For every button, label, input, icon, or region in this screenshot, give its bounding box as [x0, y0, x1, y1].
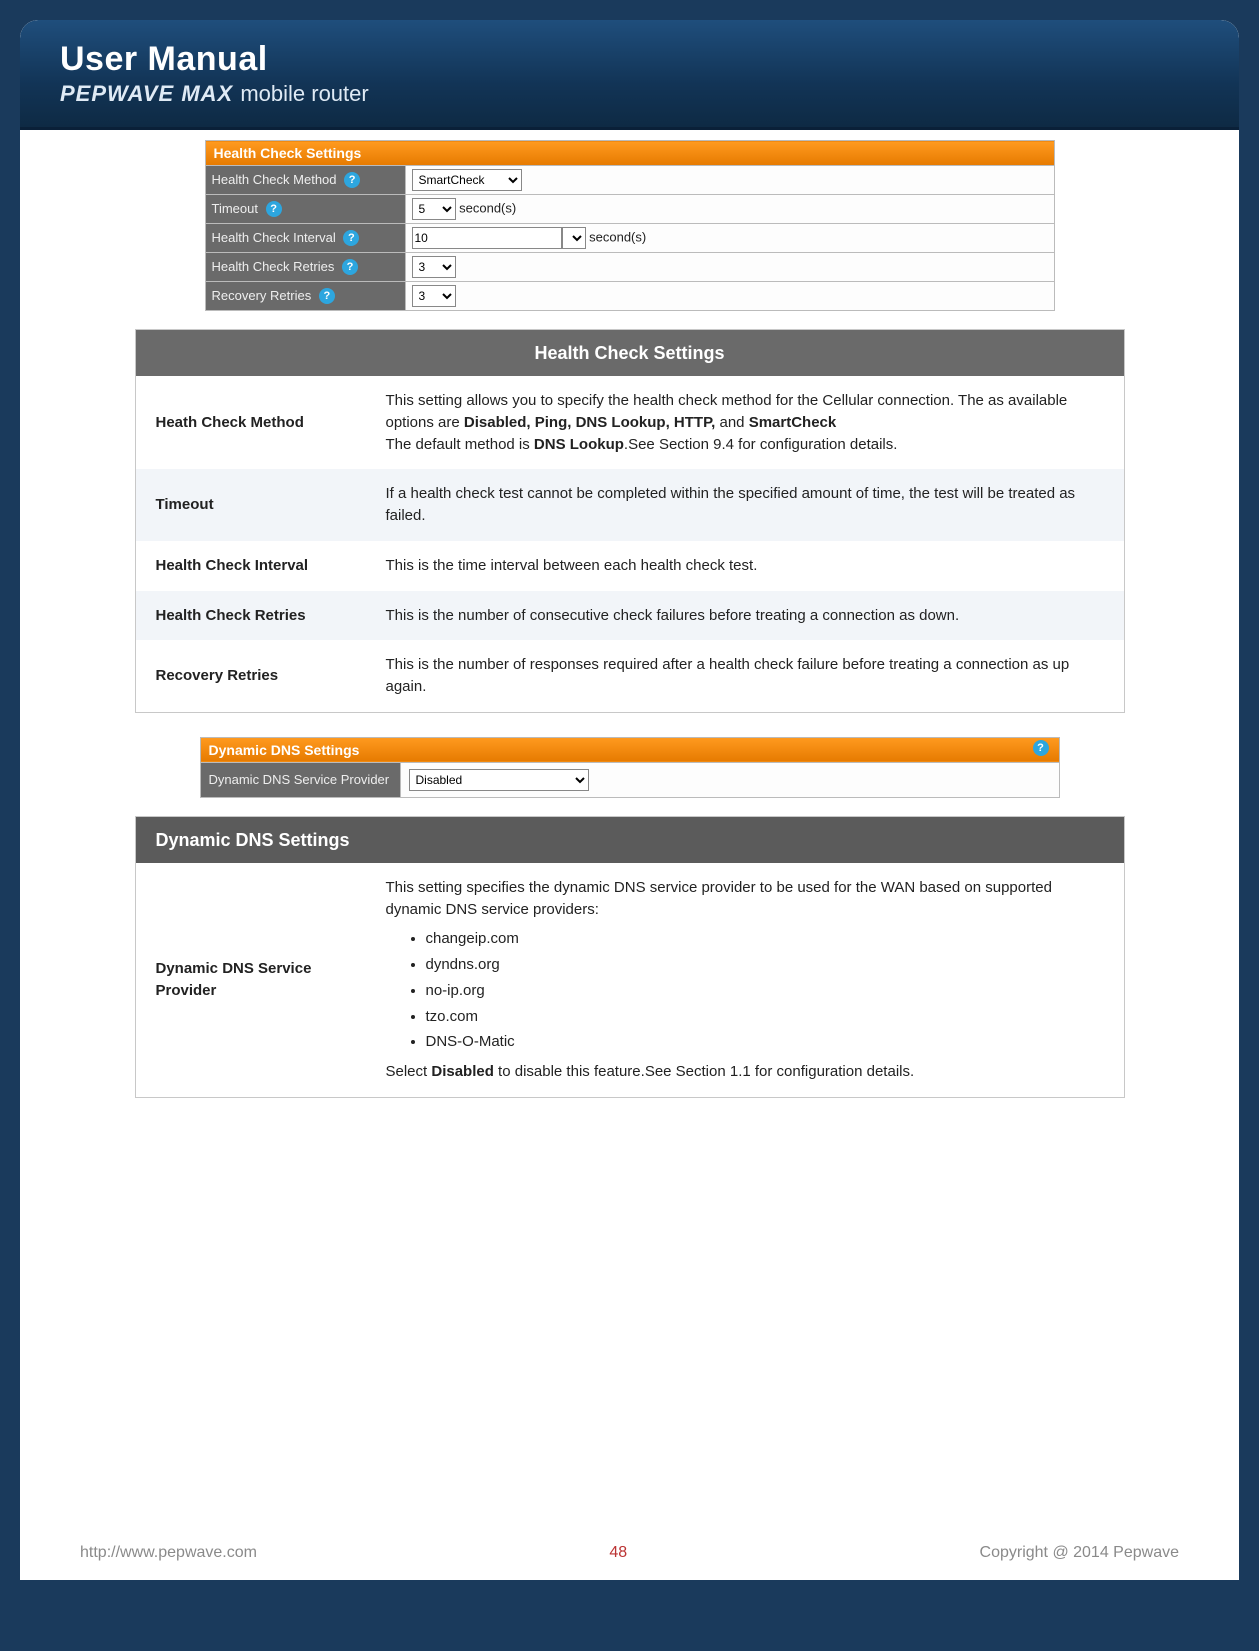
hc-timeout-select[interactable]: 5 — [412, 198, 456, 220]
health-check-doc-table: Health Check Settings Heath Check Method… — [135, 329, 1125, 713]
hc-recovery-label: Recovery Retries ? — [205, 282, 405, 311]
list-item: tzo.com — [426, 1006, 1104, 1028]
dns-provider-list: changeip.com dyndns.org no-ip.org tzo.co… — [426, 928, 1104, 1053]
health-check-ui-panel: Health Check Settings Health Check Metho… — [205, 140, 1055, 311]
dns-ui-header: Dynamic DNS Settings? — [200, 737, 1059, 762]
dns-provider-select[interactable]: Disabled — [409, 769, 589, 791]
page-footer: http://www.pepwave.com 48 Copyright @ 20… — [80, 1544, 1179, 1562]
doc-hc-recovery-key: Recovery Retries — [136, 640, 366, 712]
manual-title: User Manual — [60, 40, 1199, 79]
brand-name: PEPWAVE MAX — [60, 81, 240, 106]
hc-retries-select[interactable]: 3 — [412, 256, 456, 278]
hc-timeout-label: Timeout ? — [205, 195, 405, 224]
doc-hc-retries-desc: This is the number of consecutive check … — [366, 591, 1124, 641]
help-icon[interactable]: ? — [266, 201, 282, 217]
dns-ui-panel: Dynamic DNS Settings? Dynamic DNS Servic… — [200, 737, 1060, 798]
doc-hc-method-key: Heath Check Method — [136, 376, 366, 469]
doc-dns-provider-desc: This setting specifies the dynamic DNS s… — [366, 863, 1124, 1097]
hc-interval-label: Health Check Interval ? — [205, 224, 405, 253]
hc-method-select[interactable]: SmartCheck — [412, 169, 522, 191]
hc-retries-label: Health Check Retries ? — [205, 253, 405, 282]
hc-interval-input[interactable] — [412, 227, 562, 249]
list-item: dyndns.org — [426, 954, 1104, 976]
hc-interval-unit[interactable] — [562, 227, 586, 249]
dns-provider-label: Dynamic DNS Service Provider — [200, 762, 400, 797]
help-icon[interactable]: ? — [319, 288, 335, 304]
list-item: changeip.com — [426, 928, 1104, 950]
doc-hc-recovery-desc: This is the number of responses required… — [366, 640, 1124, 712]
list-item: DNS-O-Matic — [426, 1031, 1104, 1053]
doc-header-health: Health Check Settings — [136, 330, 1124, 376]
doc-dns-provider-key: Dynamic DNS Service Provider — [136, 863, 366, 1097]
doc-hc-timeout-key: Timeout — [136, 469, 366, 541]
list-item: no-ip.org — [426, 980, 1104, 1002]
footer-url: http://www.pepwave.com — [80, 1544, 257, 1562]
footer-page-number: 48 — [609, 1544, 627, 1562]
doc-hc-interval-desc: This is the time interval between each h… — [366, 541, 1124, 591]
dns-doc-table: Dynamic DNS Settings Dynamic DNS Service… — [135, 816, 1125, 1098]
doc-hc-method-desc: This setting allows you to specify the h… — [366, 376, 1124, 469]
health-check-ui-header: Health Check Settings — [205, 141, 1054, 166]
help-icon[interactable]: ? — [343, 230, 359, 246]
page-header: User Manual PEPWAVE MAX mobile router — [20, 20, 1239, 130]
footer-copyright: Copyright @ 2014 Pepwave — [980, 1544, 1179, 1562]
product-subtitle: PEPWAVE MAX mobile router — [60, 81, 1199, 107]
doc-hc-timeout-desc: If a health check test cannot be complet… — [366, 469, 1124, 541]
hc-recovery-select[interactable]: 3 — [412, 285, 456, 307]
help-icon[interactable]: ? — [342, 259, 358, 275]
hc-method-label: Health Check Method ? — [205, 166, 405, 195]
help-icon[interactable]: ? — [344, 172, 360, 188]
help-icon[interactable]: ? — [1033, 740, 1049, 756]
doc-header-dns: Dynamic DNS Settings — [136, 817, 1124, 863]
doc-hc-interval-key: Health Check Interval — [136, 541, 366, 591]
doc-hc-retries-key: Health Check Retries — [136, 591, 366, 641]
